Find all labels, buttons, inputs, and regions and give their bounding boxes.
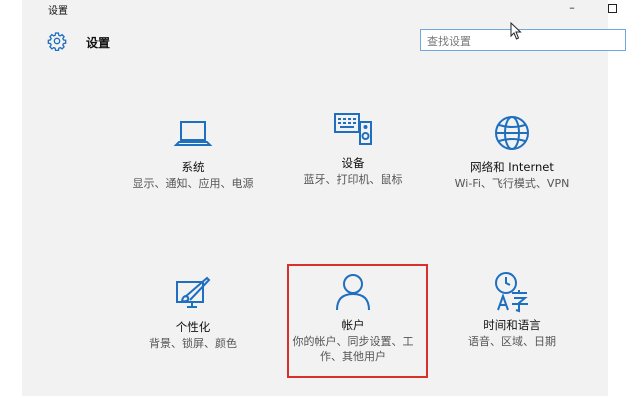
tile-personalization-desc: 背景、锁屏、颜色: [149, 337, 237, 350]
search-input[interactable]: [427, 32, 617, 51]
page-title: 设置: [86, 36, 111, 50]
tile-network-name: 网络和 Internet: [470, 160, 554, 174]
window-title: 设置: [48, 6, 68, 17]
tile-devices-desc: 蓝牙、打印机、鼠标: [303, 173, 403, 186]
search-box[interactable]: [420, 29, 626, 51]
tile-time-language-desc: 语音、区域、日期: [468, 335, 556, 348]
tile-devices[interactable]: 设备 蓝牙、打印机、鼠标: [278, 108, 428, 187]
person-icon: [336, 274, 370, 311]
tile-personalization-name: 个性化: [175, 320, 211, 334]
keyboard-speaker-icon: [334, 113, 372, 145]
paintbrush-screen-icon: [176, 276, 211, 308]
mouse-cursor-icon: [510, 22, 522, 40]
tile-time-language-name: 时间和语言: [483, 318, 541, 332]
tile-accounts-desc: 你的帐户、同步设置、工作、其他用户: [292, 335, 414, 363]
maximize-button[interactable]: [604, 1, 620, 15]
tile-time-language[interactable]: 时间和语言 语音、区域、日期: [437, 270, 587, 349]
minimize-button[interactable]: –: [564, 1, 580, 15]
globe-icon: [495, 116, 529, 150]
tile-system-desc: 显示、通知、应用、电源: [132, 177, 254, 190]
tile-accounts[interactable]: 帐户 你的帐户、同步设置、工作、其他用户: [278, 270, 428, 364]
tile-system[interactable]: 系统 显示、通知、应用、电源: [118, 112, 268, 191]
screenshot-canvas: 设置 – 设置 系统 显示、通知、应: [0, 0, 638, 396]
laptop-icon: [173, 121, 213, 146]
gear-icon: [47, 32, 67, 51]
settings-window: 设置 – 设置 系统 显示、通知、应: [22, 0, 626, 396]
clock-language-icon: [495, 272, 528, 313]
tile-personalization[interactable]: 个性化 背景、锁屏、颜色: [118, 272, 268, 351]
maximize-icon: [607, 4, 617, 13]
tile-system-name: 系统: [181, 160, 205, 174]
tile-devices-name: 设备: [341, 156, 365, 170]
tile-network-desc: Wi-Fi、飞行模式、VPN: [454, 177, 570, 190]
tile-accounts-name: 帐户: [341, 318, 365, 332]
tile-network[interactable]: 网络和 Internet Wi-Fi、飞行模式、VPN: [437, 112, 587, 191]
